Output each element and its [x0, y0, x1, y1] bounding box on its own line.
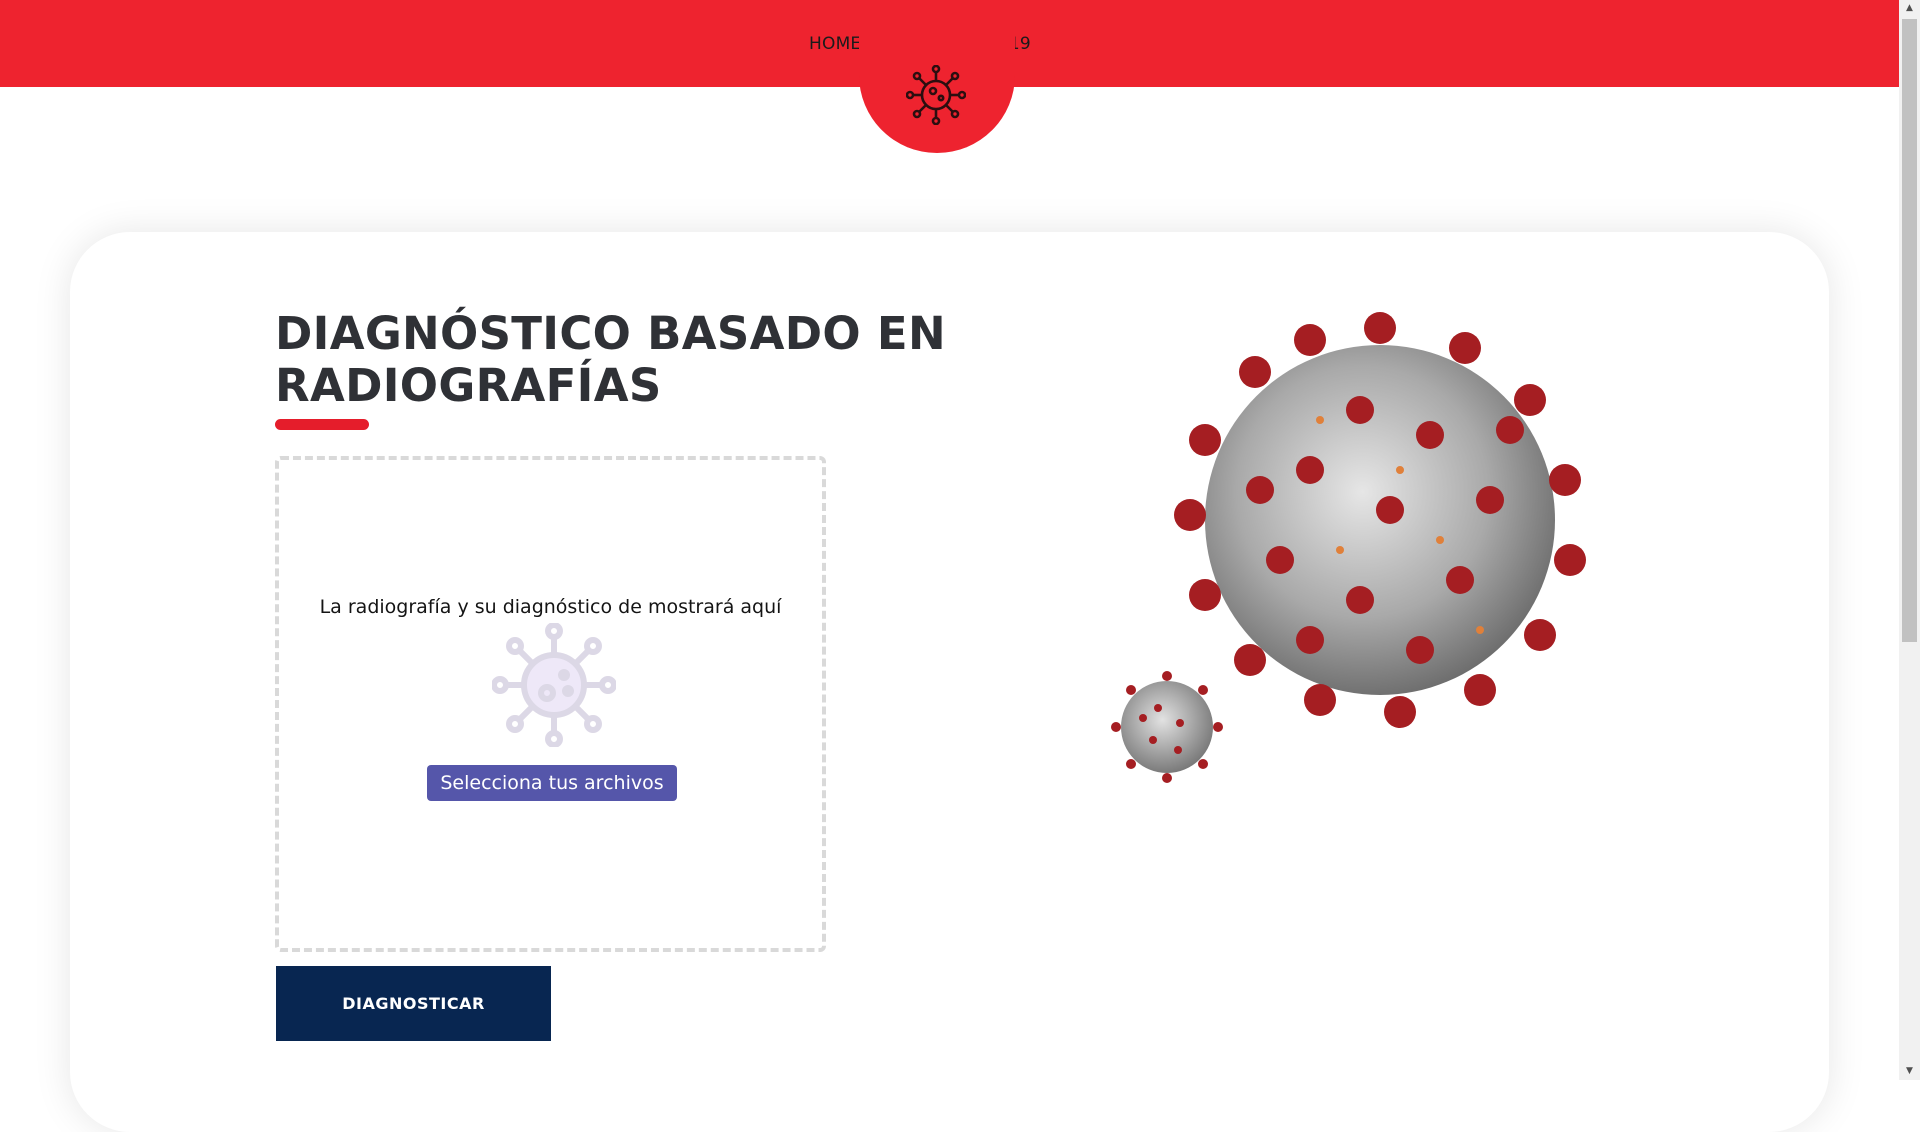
coronavirus-illustration-small	[1111, 671, 1223, 783]
arrow-down-icon[interactable]: ▼	[1899, 1063, 1920, 1080]
title-underline	[275, 419, 369, 430]
scrollbar-thumb[interactable]	[1902, 19, 1917, 642]
xray-dropzone[interactable]: La radiografía y su diagnóstico de mostr…	[275, 456, 826, 952]
virus-icon	[492, 623, 616, 747]
dropzone-message: La radiografía y su diagnóstico de mostr…	[319, 596, 782, 618]
vertical-scrollbar[interactable]: ▲ ▼	[1899, 0, 1920, 1080]
select-files-button[interactable]: Selecciona tus archivos	[427, 765, 677, 801]
coronavirus-illustration-large	[1174, 312, 1586, 728]
logo-badge[interactable]	[859, 0, 1015, 153]
virus-logo-icon	[906, 65, 966, 125]
nav-home-link[interactable]: HOME	[809, 34, 861, 54]
arrow-up-icon[interactable]: ▲	[1899, 0, 1920, 17]
page-title: DIAGNÓSTICO BASADO EN RADIOGRAFÍAS	[275, 307, 946, 412]
diagnose-button[interactable]: DIAGNOSTICAR	[276, 966, 551, 1041]
